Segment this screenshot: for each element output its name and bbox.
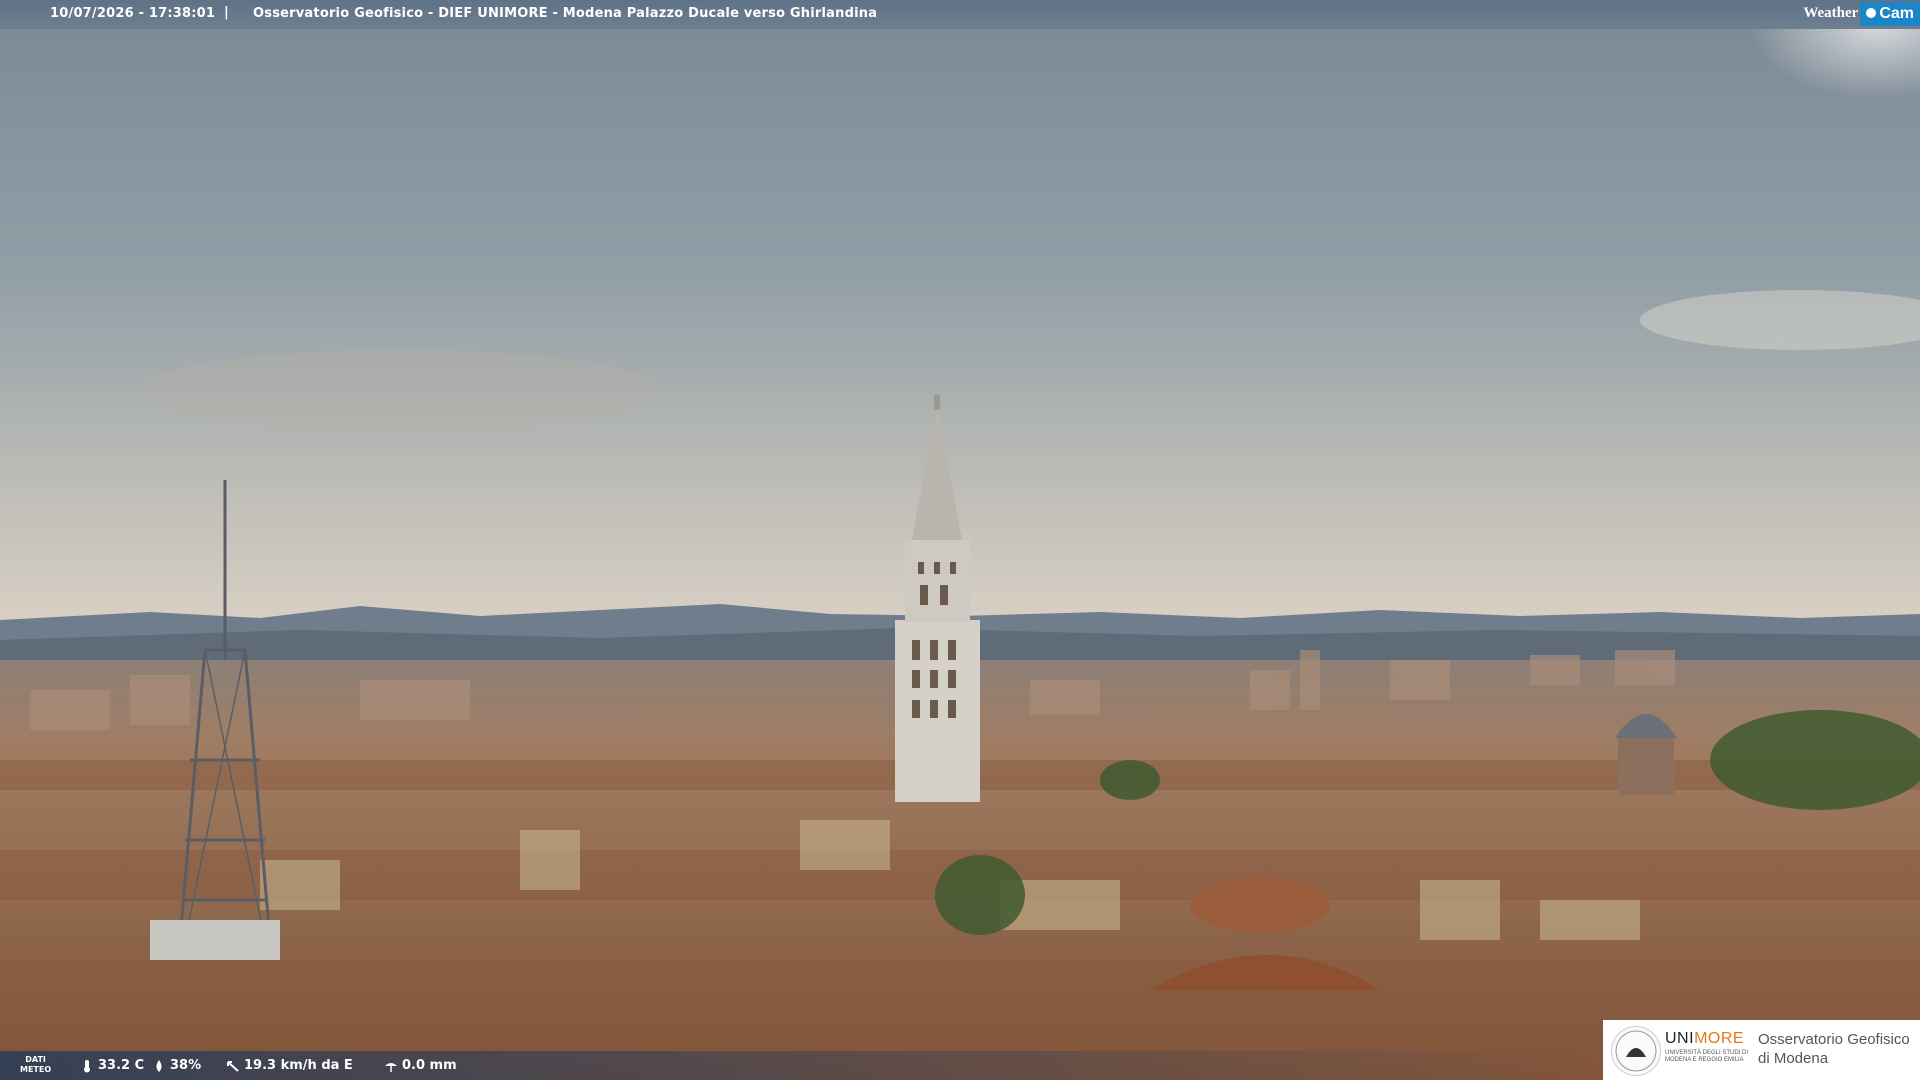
unimore-subtitle: UNIVERSITÀ DEGLI STUDI DI MODENA E REGGI…	[1665, 1050, 1749, 1063]
weathercam-logo: Weather Cam	[1797, 0, 1920, 27]
brand-cam: Cam	[1879, 4, 1914, 22]
wind-reading: 19.3 km/h da E	[226, 1058, 353, 1073]
separator: |	[224, 5, 229, 20]
thermometer-icon	[84, 1059, 90, 1072]
overlay-top-bar: 10/07/2026 - 17:38:01 | Osservatorio Geo…	[0, 0, 1920, 29]
humidity-reading: 38%	[152, 1058, 201, 1073]
timestamp: 10/07/2026 - 17:38:01	[50, 6, 216, 21]
dome	[1615, 714, 1677, 795]
university-seal-icon	[1611, 1026, 1661, 1076]
camera-title: Osservatorio Geofisico - DIEF UNIMORE - …	[253, 6, 878, 21]
unimore-logo: UNIMORE UNIVERSITÀ DEGLI STUDI DI MODENA…	[1603, 1020, 1920, 1080]
rain-icon	[385, 1062, 397, 1072]
meteo-label: DATI METEO	[20, 1055, 52, 1074]
brand-weather: Weather	[1803, 5, 1859, 21]
meteo-bar: DATI METEO 33.2 C 38% 19.3 km/h da E 0.0…	[0, 1051, 1600, 1080]
webcam-image	[0, 0, 1920, 1080]
rain-reading: 0.0 mm	[384, 1058, 457, 1073]
wind-icon	[227, 1060, 239, 1072]
brand-dot-icon	[1864, 6, 1879, 21]
observatory-name: Osservatorio Geofisico di Modena	[1758, 1031, 1910, 1067]
humidity-drop-icon	[156, 1059, 162, 1072]
temperature-reading: 33.2 C	[80, 1058, 144, 1073]
unimore-wordmark: UNIMORE	[1665, 1030, 1745, 1047]
